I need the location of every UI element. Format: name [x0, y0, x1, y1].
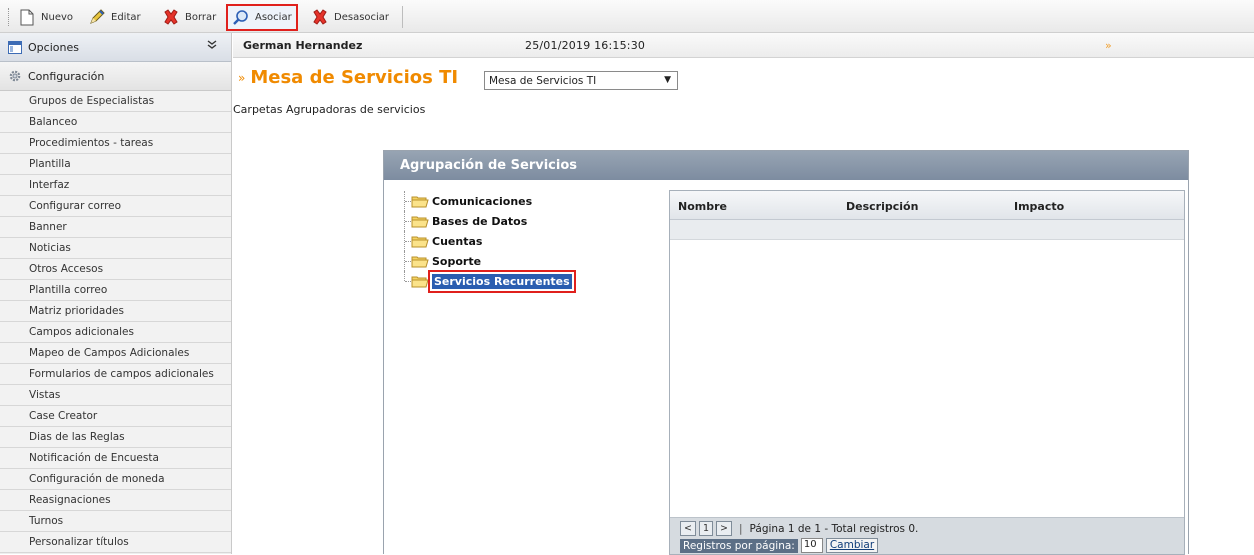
menu-item[interactable]: Plantilla correo [0, 280, 231, 301]
tree-node-label: Servicios Recurrentes [428, 269, 576, 293]
agrupacion-panel: Agrupación de Servicios Comunicaciones B… [383, 150, 1189, 555]
panel-title: Agrupación de Servicios [384, 151, 1188, 180]
pencil-icon [88, 8, 106, 26]
configuracion-label: Configuración [28, 69, 105, 83]
opciones-label: Opciones [28, 40, 79, 54]
records-per-page-label: Registros por página: [680, 538, 798, 553]
menu-item[interactable]: Configurar correo [0, 196, 231, 217]
folder-icon [411, 195, 429, 208]
borrar-label: Borrar [185, 11, 217, 23]
toolbar-grip [8, 8, 10, 26]
page-title: » Mesa de Servicios TI [238, 67, 458, 88]
menu-item[interactable]: Noticias [0, 238, 231, 259]
nuevo-button[interactable]: Nuevo [18, 6, 73, 28]
next-page-button[interactable]: > [716, 521, 732, 536]
info-bar: German Hernandez 25/01/2019 16:15:30 » [233, 33, 1254, 58]
menu-item[interactable]: Interfaz [0, 175, 231, 196]
nuevo-label: Nuevo [41, 11, 74, 23]
tree-node-soporte[interactable]: Soporte [404, 251, 572, 271]
menu-item[interactable]: Case Creator [0, 406, 231, 427]
mesa-select[interactable]: Mesa de Servicios TI ▼ [484, 71, 678, 90]
asociar-label: Asociar [255, 12, 292, 23]
menu-item[interactable]: Balanceo [0, 112, 231, 133]
menu-item[interactable]: Personalizar títulos [0, 532, 231, 553]
column-header-descripcion[interactable]: Descripción [838, 191, 1006, 219]
grid-header: Nombre Descripción Impacto [670, 191, 1184, 220]
delete-x-icon [311, 8, 329, 26]
pager-separator: | [738, 522, 743, 535]
page-subtitle: Carpetas Agrupadoras de servicios [233, 103, 426, 116]
menu-item[interactable]: Configuración de moneda [0, 469, 231, 490]
menu-item[interactable]: Turnos [0, 511, 231, 532]
tree-node-label: Bases de Datos [432, 214, 528, 228]
editar-button[interactable]: Editar [88, 6, 141, 28]
config-menu: Grupos de Especialistas Balanceo Procedi… [0, 91, 231, 553]
folder-icon [411, 235, 429, 248]
tree-node-label: Cuentas [432, 234, 483, 248]
collapse-chevron-icon[interactable] [207, 40, 217, 53]
service-tree: Comunicaciones Bases de Datos Cuentas So… [404, 191, 576, 293]
gear-icon [8, 69, 22, 83]
tree-node-servicios-recurrentes[interactable]: Servicios Recurrentes [404, 269, 576, 293]
column-header-impacto[interactable]: Impacto [1006, 191, 1176, 219]
menu-item[interactable]: Reasignaciones [0, 490, 231, 511]
asociar-button[interactable]: Asociar [226, 4, 298, 31]
toolbar-separator [402, 6, 403, 28]
folder-icon [411, 275, 429, 288]
user-name: German Hernandez [243, 39, 363, 52]
desasociar-label: Desasociar [334, 11, 390, 23]
column-header-nombre[interactable]: Nombre [670, 191, 838, 219]
tree-node-cuentas[interactable]: Cuentas [404, 231, 572, 251]
page-title-text: Mesa de Servicios TI [250, 67, 459, 88]
datetime: 25/01/2019 16:15:30 [525, 39, 646, 52]
editar-label: Editar [111, 11, 141, 23]
menu-item[interactable]: Plantilla [0, 154, 231, 175]
opciones-header[interactable]: Opciones [0, 33, 231, 62]
toolbar: Nuevo Editar Borrar Asociar Desasociar [0, 0, 1254, 33]
menu-item[interactable]: Mapeo de Campos Adicionales [0, 343, 231, 364]
borrar-button[interactable]: Borrar [162, 6, 216, 28]
mesa-select-value: Mesa de Servicios TI [489, 75, 597, 87]
configuracion-header[interactable]: Configuración [0, 62, 231, 91]
records-per-page-input[interactable]: 10 [800, 538, 823, 553]
delete-x-icon [162, 8, 180, 26]
menu-item[interactable]: Procedimientos - tareas [0, 133, 231, 154]
grid-empty-row [670, 220, 1184, 240]
folder-icon [411, 255, 429, 268]
tree-node-label: Soporte [432, 254, 482, 268]
menu-item[interactable]: Vistas [0, 385, 231, 406]
desasociar-button[interactable]: Desasociar [311, 6, 389, 28]
menu-item[interactable]: Notificación de Encuesta [0, 448, 231, 469]
pager: < 1 > | Página 1 de 1 - Total registros … [670, 517, 1184, 554]
folder-icon [411, 215, 429, 228]
cambiar-button[interactable]: Cambiar [825, 538, 879, 553]
title-arrow-icon: » [238, 70, 246, 85]
new-document-icon [18, 8, 36, 26]
menu-item[interactable]: Campos adicionales [0, 322, 231, 343]
prev-page-button[interactable]: < [680, 521, 696, 536]
dropdown-caret-icon: ▼ [664, 75, 671, 85]
tree-node-comunicaciones[interactable]: Comunicaciones [404, 191, 572, 211]
page-number-button[interactable]: 1 [698, 521, 714, 536]
menu-item[interactable]: Matriz prioridades [0, 301, 231, 322]
menu-item[interactable]: Grupos de Especialistas [0, 91, 231, 112]
services-grid: Nombre Descripción Impacto < 1 > | Págin… [669, 190, 1185, 555]
magnifier-icon [232, 9, 250, 27]
menu-item[interactable]: Otros Accesos [0, 259, 231, 280]
sidebar: Opciones Configuración Grupos de Especia… [0, 33, 232, 554]
options-panel-icon [8, 40, 22, 54]
expand-arrow-icon[interactable]: » [1105, 39, 1112, 52]
menu-item[interactable]: Banner [0, 217, 231, 238]
menu-item[interactable]: Dias de las Reglas [0, 427, 231, 448]
tree-node-label: Comunicaciones [432, 194, 533, 208]
tree-node-bases-de-datos[interactable]: Bases de Datos [404, 211, 572, 231]
pager-info: Página 1 de 1 - Total registros 0. [749, 522, 919, 535]
menu-item[interactable]: Formularios de campos adicionales [0, 364, 231, 385]
